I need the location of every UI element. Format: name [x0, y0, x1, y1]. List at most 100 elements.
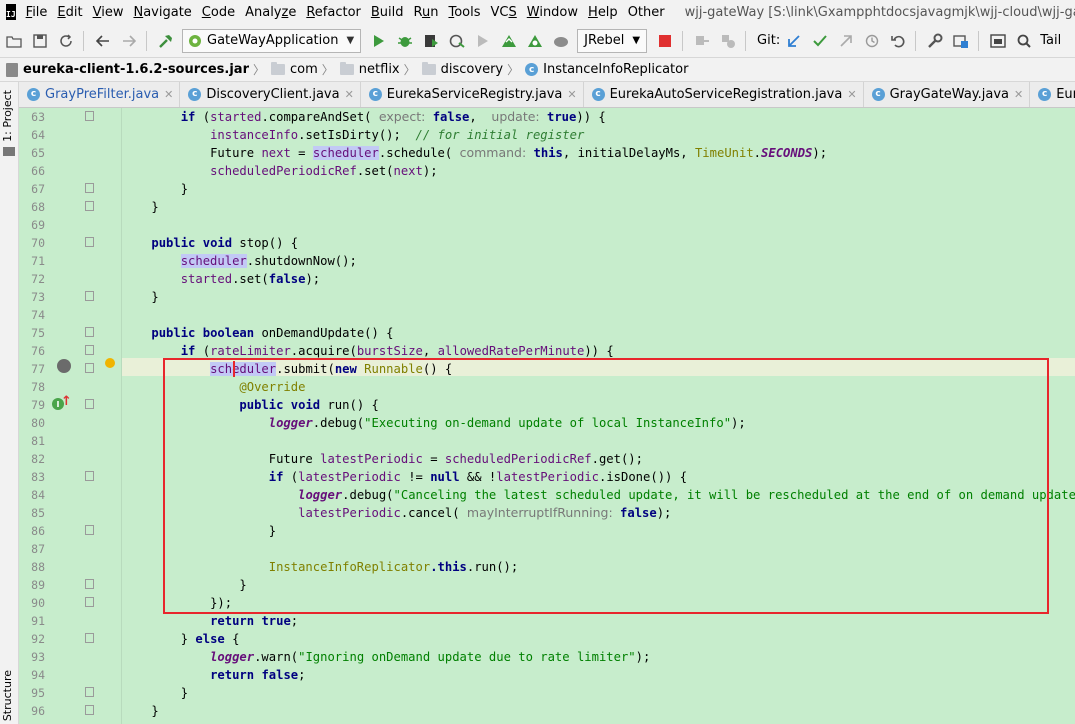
tail-button[interactable]: Tail: [1040, 33, 1061, 48]
menu-refactor[interactable]: Refactor: [302, 5, 367, 20]
project-structure-button[interactable]: [949, 29, 973, 53]
attach-debugger-button[interactable]: [690, 29, 714, 53]
search-everywhere-button[interactable]: [1012, 29, 1036, 53]
class-icon: c: [1038, 87, 1052, 101]
code-editor[interactable]: 63 64 65 66 67 68 69 70 71 72 73 74 75 7…: [19, 108, 1075, 724]
close-icon[interactable]: ✕: [847, 88, 856, 101]
undo-icon: [891, 35, 905, 47]
open-folder-button[interactable]: [2, 29, 26, 53]
fold-marker-icon[interactable]: [85, 111, 94, 121]
fold-marker-icon[interactable]: [85, 327, 94, 337]
fold-marker-icon[interactable]: [85, 687, 94, 697]
tab-eureka-service-registry[interactable]: c EurekaServiceRegistry.java ✕: [361, 82, 584, 107]
line-number: 93: [31, 650, 45, 664]
tab-eureka-auto-service-registration[interactable]: c EurekaAutoServiceRegistration.java ✕: [584, 82, 864, 107]
settings-button[interactable]: [923, 29, 947, 53]
line-number: 81: [31, 434, 45, 448]
run-configuration-select[interactable]: GateWayApplication ▼: [182, 28, 362, 53]
tab-label: EurekaDiscoveryCli: [1056, 86, 1075, 102]
forward-button[interactable]: [117, 29, 141, 53]
breadcrumb-class[interactable]: c InstanceInfoReplicator: [525, 62, 688, 77]
line-number: 75: [31, 326, 45, 340]
fold-marker-icon[interactable]: [85, 471, 94, 481]
close-icon[interactable]: ✕: [164, 88, 173, 101]
project-structure-icon: [953, 34, 969, 48]
fold-marker-icon[interactable]: [85, 291, 94, 301]
close-icon[interactable]: ✕: [1014, 88, 1023, 101]
fold-marker-icon[interactable]: [85, 201, 94, 211]
code-line: }: [151, 704, 159, 718]
breadcrumb-netflix[interactable]: netflix: [339, 62, 400, 77]
run-with-coverage-button[interactable]: [419, 29, 443, 53]
folder-icon: [3, 147, 15, 156]
fold-marker-icon[interactable]: [85, 363, 94, 373]
menu-code[interactable]: Code: [198, 5, 241, 20]
menu-help[interactable]: Help: [584, 5, 624, 20]
tab-discovery-client[interactable]: c DiscoveryClient.java ✕: [180, 82, 361, 107]
fold-marker-icon[interactable]: [85, 345, 94, 355]
tab-label: EurekaServiceRegistry.java: [386, 86, 563, 102]
breadcrumb-discovery[interactable]: discovery: [421, 62, 503, 77]
fold-marker-icon[interactable]: [85, 525, 94, 535]
stop-button[interactable]: [653, 29, 677, 53]
chevron-down-icon: ▼: [346, 35, 355, 46]
services-button[interactable]: [716, 29, 740, 53]
run-dropdown-button[interactable]: [471, 29, 495, 53]
fold-marker-icon[interactable]: [85, 399, 94, 409]
menu-view[interactable]: View: [89, 5, 130, 20]
git-update-button[interactable]: [782, 29, 806, 53]
menu-window[interactable]: Window: [523, 5, 584, 20]
synchronize-button[interactable]: [54, 29, 78, 53]
menu-vcs[interactable]: VCS: [487, 5, 523, 20]
play-icon: [374, 34, 385, 47]
line-number: 83: [31, 470, 45, 484]
line-number: 74: [31, 308, 45, 322]
fold-marker-icon[interactable]: [85, 183, 94, 193]
fold-marker-icon[interactable]: [85, 705, 94, 715]
close-icon[interactable]: ✕: [345, 88, 354, 101]
toolbar-separator: [915, 30, 917, 51]
code-line: public void stop() {: [151, 236, 299, 250]
line-number: 86: [31, 524, 45, 538]
debug-button[interactable]: [393, 29, 417, 53]
build-button[interactable]: [154, 29, 178, 53]
menu-run[interactable]: Run: [410, 5, 445, 20]
menu-edit[interactable]: Edit: [53, 5, 88, 20]
line-number: 92: [31, 632, 45, 646]
close-icon[interactable]: ✕: [567, 88, 576, 101]
jrebel-extra-button[interactable]: [549, 29, 573, 53]
project-tool-tab[interactable]: 1: Project: [1, 90, 14, 142]
menu-analyze[interactable]: Analyze: [241, 5, 302, 20]
tab-gray-pre-filter[interactable]: c GrayPreFilter.java ✕: [19, 82, 181, 107]
fold-marker-icon[interactable]: [85, 579, 94, 589]
git-push-button[interactable]: [834, 29, 858, 53]
menu-build[interactable]: Build: [367, 5, 410, 20]
jrebel-run-button[interactable]: [497, 29, 521, 53]
breadcrumb-com[interactable]: com: [271, 62, 318, 77]
profile-button[interactable]: [445, 29, 469, 53]
git-rollback-button[interactable]: [886, 29, 910, 53]
save-all-button[interactable]: [28, 29, 52, 53]
git-history-button[interactable]: [860, 29, 884, 53]
menu-navigate[interactable]: Navigate: [129, 5, 197, 20]
menu-file[interactable]: File: [22, 5, 54, 20]
fold-marker-icon[interactable]: [85, 597, 94, 607]
back-button[interactable]: [91, 29, 115, 53]
lightbulb-icon[interactable]: [105, 358, 115, 368]
fold-marker-icon[interactable]: [85, 237, 94, 247]
structure-tool-tab[interactable]: Structure: [1, 670, 14, 721]
line-number: 76: [31, 344, 45, 358]
breakpoint-icon[interactable]: [57, 359, 71, 373]
tab-eureka-discovery-client[interactable]: c EurekaDiscoveryCli: [1030, 82, 1075, 107]
menu-other[interactable]: Other: [624, 5, 671, 20]
jrebel-debug-button[interactable]: [523, 29, 547, 53]
breadcrumb-jar[interactable]: eureka-client-1.6.2-sources.jar: [6, 62, 249, 77]
fold-marker-icon[interactable]: [85, 633, 94, 643]
menu-tools[interactable]: Tools: [444, 5, 486, 20]
hammer-icon: [159, 34, 172, 48]
git-commit-button[interactable]: [808, 29, 832, 53]
jrebel-select[interactable]: JRebel ▼: [577, 28, 648, 53]
run-button[interactable]: [367, 29, 391, 53]
tab-gray-gateway[interactable]: c GrayGateWay.java ✕: [864, 82, 1031, 107]
presentation-button[interactable]: [986, 29, 1010, 53]
